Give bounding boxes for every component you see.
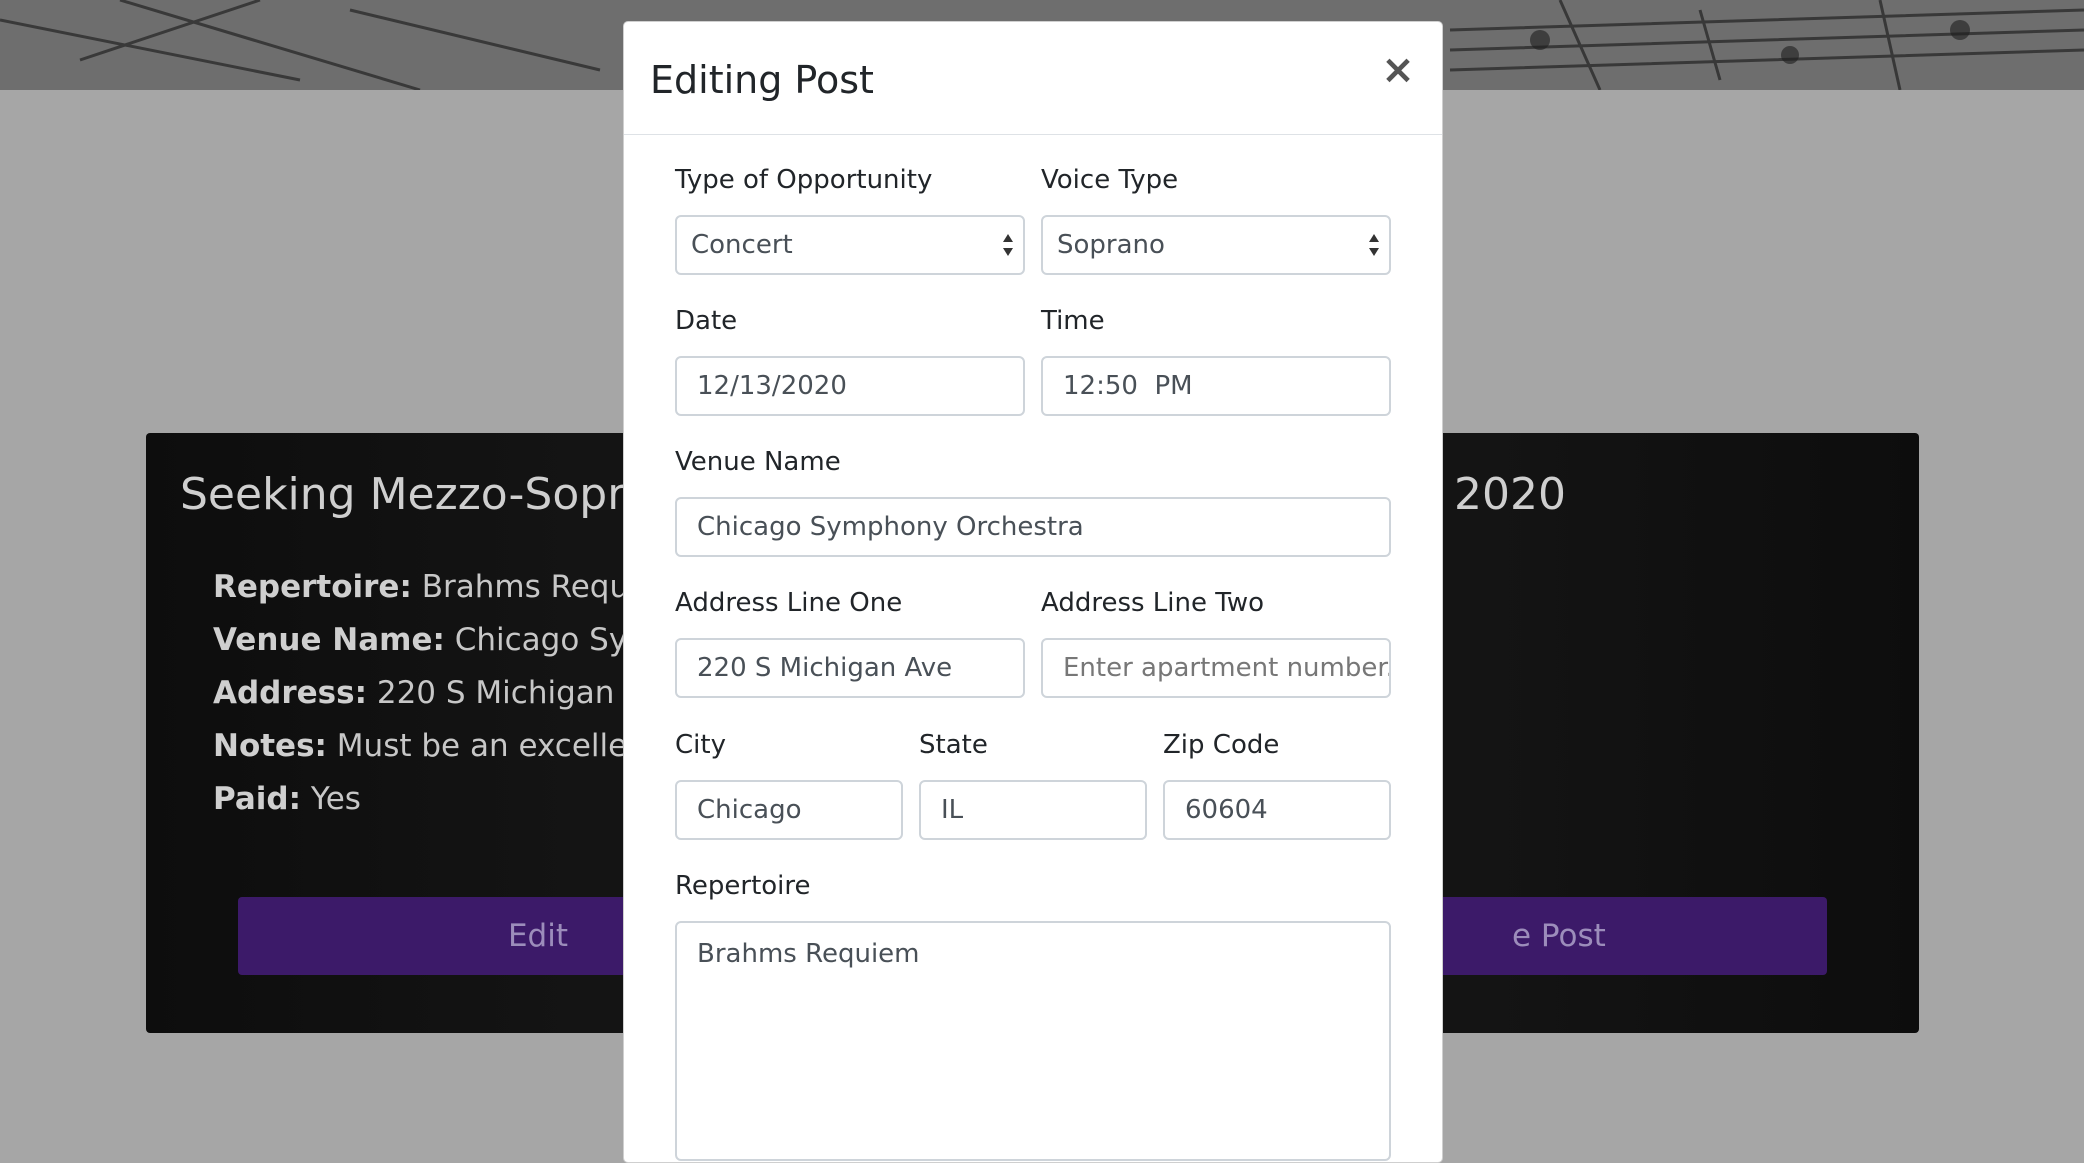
zip-input[interactable]: 60604 [1163,780,1391,840]
state-input[interactable]: IL [919,780,1147,840]
post-title-date: 2020 [1454,469,1566,520]
address1-label: Address Line One [675,588,903,618]
venue-input[interactable]: Chicago Symphony Orchestra [675,497,1391,557]
date-label: Date [675,306,738,336]
time-label: Time [1041,306,1105,336]
detail-venue: Venue Name: Chicago Symp [213,622,678,658]
modal-header: Editing Post × [624,22,1442,135]
voice-select[interactable]: Soprano [1041,215,1391,275]
address2-input[interactable]: Enter apartment number.. [1041,638,1391,698]
post-details: Repertoire: Brahms Requier Venue Name: C… [213,561,677,826]
zip-label: Zip Code [1163,730,1280,760]
detail-repertoire: Repertoire: Brahms Requier [213,569,670,605]
city-label: City [675,730,726,760]
venue-label: Venue Name [675,447,841,477]
select-arrows-icon [1369,234,1379,256]
opportunity-label: Type of Opportunity [675,165,933,195]
post-title: Seeking Mezzo-Sopra [180,469,653,520]
state-label: State [919,730,988,760]
select-arrows-icon [1003,234,1013,256]
address1-input[interactable]: 220 S Michigan Ave [675,638,1025,698]
modal-title: Editing Post [650,58,874,102]
close-icon[interactable]: × [1378,50,1418,90]
detail-notes: Notes: Must be an excellent [213,728,659,764]
voice-label: Voice Type [1041,165,1179,195]
opportunity-select[interactable]: Concert [675,215,1025,275]
repertoire-label: Repertoire [675,871,811,901]
edit-post-modal: Editing Post × Type of Opportunity Conce… [623,21,1443,1163]
repertoire-textarea[interactable]: Brahms Requiem [675,921,1391,1161]
city-input[interactable]: Chicago [675,780,903,840]
time-input[interactable]: 12:50 PM [1041,356,1391,416]
date-input[interactable]: 12/13/2020 [675,356,1025,416]
address2-label: Address Line Two [1041,588,1265,618]
detail-address: Address: 220 S Michigan Av [213,675,662,711]
detail-paid: Paid: Yes [213,781,361,817]
